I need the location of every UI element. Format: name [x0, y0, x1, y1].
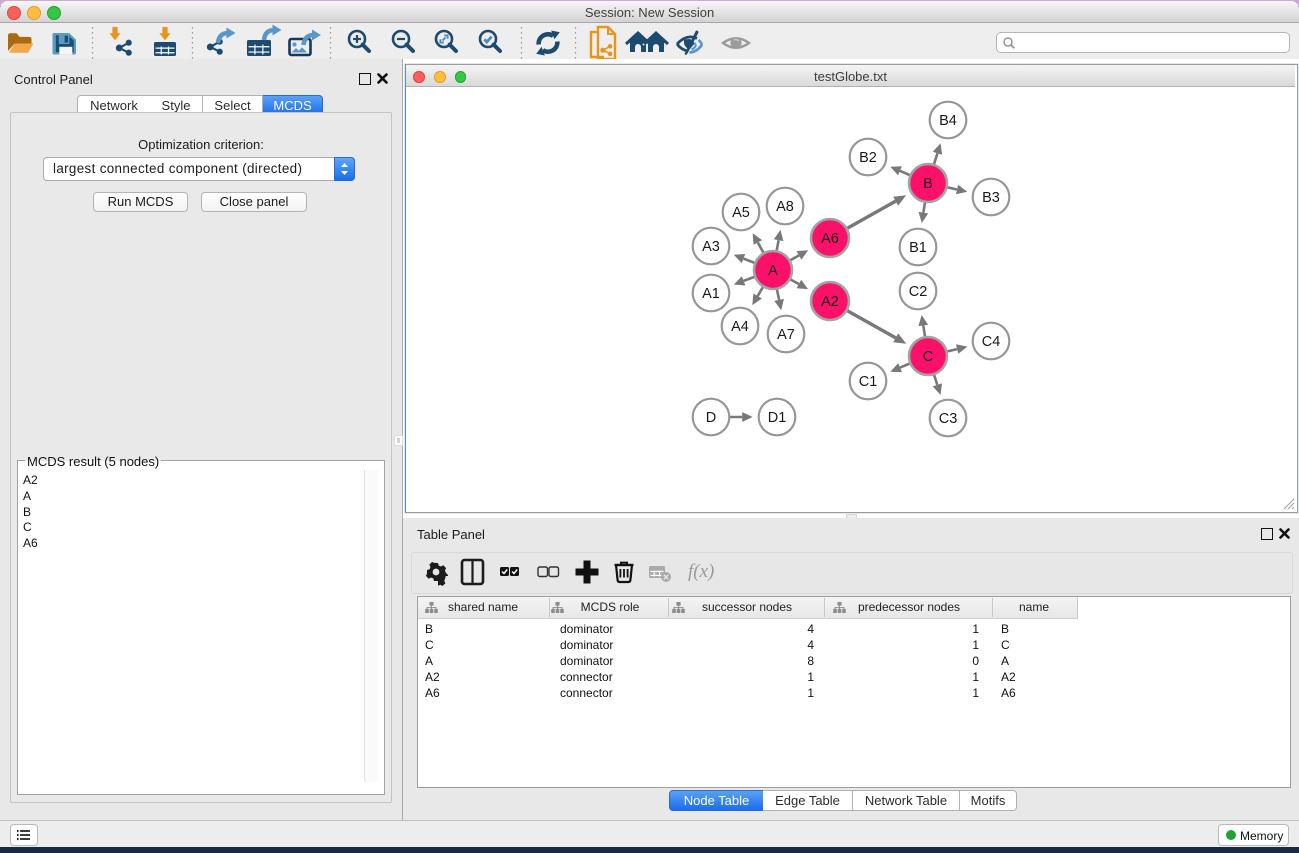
- svg-text:C1: C1: [859, 374, 878, 390]
- svg-text:A6: A6: [821, 231, 839, 247]
- svg-text:A2: A2: [821, 294, 839, 310]
- svg-text:A1: A1: [702, 286, 720, 302]
- svg-text:C3: C3: [939, 411, 958, 427]
- svg-text:D1: D1: [768, 410, 787, 426]
- svg-text:C2: C2: [909, 284, 928, 300]
- svg-text:A: A: [768, 263, 778, 279]
- svg-text:C: C: [923, 349, 933, 365]
- svg-text:B1: B1: [909, 240, 927, 256]
- svg-text:B4: B4: [939, 113, 957, 129]
- svg-text:B2: B2: [859, 150, 877, 166]
- svg-text:B3: B3: [982, 190, 1000, 206]
- svg-text:C4: C4: [982, 334, 1001, 350]
- svg-text:A3: A3: [702, 239, 720, 255]
- svg-text:A5: A5: [732, 205, 750, 221]
- svg-text:A4: A4: [731, 319, 749, 335]
- svg-text:D: D: [706, 410, 716, 426]
- svg-text:A8: A8: [776, 199, 794, 215]
- svg-text:A7: A7: [777, 327, 795, 343]
- svg-text:B: B: [923, 176, 933, 192]
